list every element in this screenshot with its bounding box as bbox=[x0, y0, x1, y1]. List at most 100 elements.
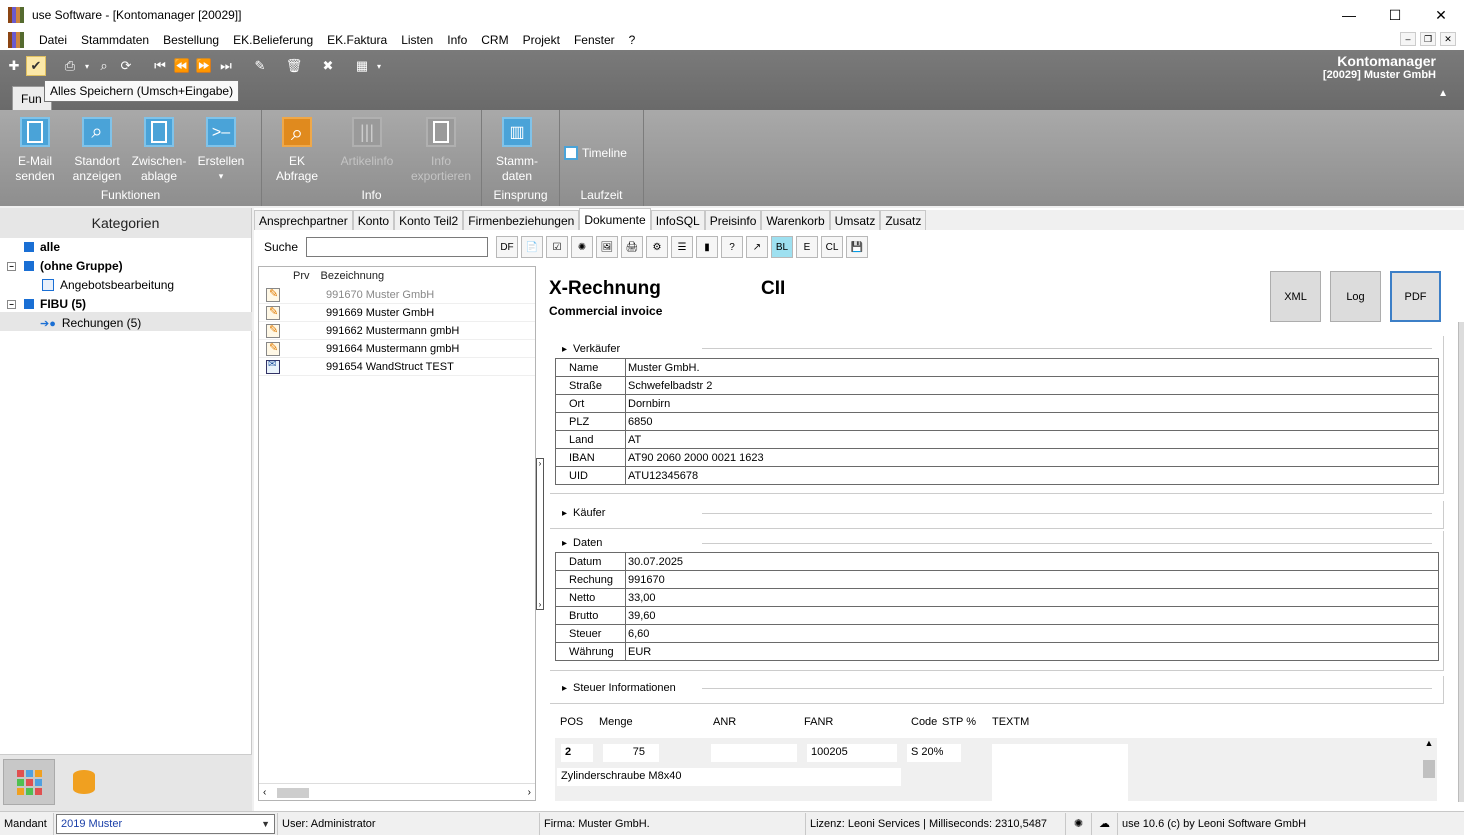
tab-zusatz[interactable]: Zusatz bbox=[880, 210, 927, 230]
grid-view-icon[interactable]: ▦ bbox=[352, 56, 372, 76]
tree-item-fibu[interactable]: − FIBU (5) bbox=[7, 295, 86, 313]
last-record-icon[interactable]: ⏭ bbox=[216, 56, 236, 76]
settings-icon[interactable]: ⚙ bbox=[646, 236, 668, 258]
tab-preisinfo[interactable]: Preisinfo bbox=[704, 210, 762, 230]
textm-field[interactable] bbox=[992, 744, 1128, 801]
modules-button[interactable] bbox=[3, 759, 55, 805]
checklist-icon[interactable]: ☑ bbox=[546, 236, 568, 258]
search-input[interactable] bbox=[306, 237, 488, 257]
text-document-icon[interactable]: ☰ bbox=[671, 236, 693, 258]
menu-bestellung[interactable]: Bestellung bbox=[156, 33, 226, 47]
position-text-field[interactable]: Zylinderschraube M8x40 bbox=[557, 768, 901, 786]
new-document-icon[interactable]: ✺ bbox=[571, 236, 593, 258]
scroll-thumb[interactable] bbox=[277, 788, 309, 798]
pdf-button[interactable]: PDF bbox=[1390, 271, 1441, 322]
scroll-left-icon[interactable]: ‹ bbox=[263, 787, 266, 798]
tree-item-alle[interactable]: alle bbox=[24, 238, 60, 256]
list-item[interactable]: 991664 Mustermann gmbH bbox=[259, 340, 535, 358]
collapse-icon[interactable]: − bbox=[7, 261, 16, 271]
open-external-icon[interactable]: ↗ bbox=[746, 236, 768, 258]
notification-icon[interactable]: ✺ bbox=[1066, 812, 1092, 835]
log-button[interactable]: Log bbox=[1330, 271, 1381, 322]
image-icon[interactable]: 🖼 bbox=[596, 236, 618, 258]
help-icon[interactable]: ? bbox=[721, 236, 743, 258]
edit-icon[interactable]: ✎ bbox=[250, 56, 270, 76]
next-record-icon[interactable]: ⏩ bbox=[194, 56, 214, 76]
column-prv[interactable]: Prv bbox=[293, 270, 310, 285]
grid-dropdown-icon[interactable]: ▾ bbox=[374, 56, 384, 76]
first-record-icon[interactable]: ⏮ bbox=[150, 56, 170, 76]
e-button[interactable]: E bbox=[796, 236, 818, 258]
mdi-restore-button[interactable]: ❐ bbox=[1420, 32, 1436, 46]
print-dropdown-icon[interactable]: ▾ bbox=[82, 56, 92, 76]
pos-field[interactable]: 2 bbox=[561, 744, 593, 762]
scroll-up-icon[interactable]: ▲ bbox=[1425, 738, 1434, 748]
tab-umsatz[interactable]: Umsatz bbox=[829, 210, 881, 230]
menu-info[interactable]: Info bbox=[440, 33, 474, 47]
xml-button[interactable]: XML bbox=[1270, 271, 1321, 322]
minimize-button[interactable]: — bbox=[1326, 0, 1372, 30]
refresh-icon[interactable]: ⟳ bbox=[116, 56, 136, 76]
menu-fenster[interactable]: Fenster bbox=[567, 33, 622, 47]
scroll-thumb[interactable] bbox=[1423, 760, 1435, 778]
document-properties-icon[interactable]: 📄 bbox=[521, 236, 543, 258]
position-scrollbar[interactable]: ▲ bbox=[1421, 738, 1437, 801]
tab-dokumente[interactable]: Dokumente bbox=[579, 208, 651, 230]
database-button[interactable] bbox=[58, 759, 110, 805]
delete-icon[interactable]: 🗑 bbox=[284, 56, 304, 76]
column-bezeichnung[interactable]: Bezeichnung bbox=[321, 270, 385, 285]
menu-ek-belieferung[interactable]: EK.Belieferung bbox=[226, 33, 320, 47]
df-button[interactable]: DF bbox=[496, 236, 518, 258]
timeline-checkbox[interactable] bbox=[564, 146, 578, 160]
print-icon[interactable]: ⎙ bbox=[60, 56, 80, 76]
horizontal-scrollbar[interactable]: ‹ › bbox=[259, 783, 535, 800]
maximize-button[interactable]: ☐ bbox=[1372, 0, 1418, 30]
tree-item-ohne-gruppe[interactable]: − (ohne Gruppe) bbox=[7, 257, 123, 275]
data-header[interactable]: Daten bbox=[562, 537, 602, 549]
list-item[interactable]: 991670 Muster GmbH bbox=[259, 286, 535, 304]
save-icon[interactable]: 💾 bbox=[846, 236, 868, 258]
mdi-close-button[interactable]: ✕ bbox=[1440, 32, 1456, 46]
list-item[interactable]: 991662 Mustermann gmbH bbox=[259, 322, 535, 340]
cl-button[interactable]: CL bbox=[821, 236, 843, 258]
save-all-icon[interactable]: ✔ bbox=[26, 56, 46, 76]
tree-item-rechungen[interactable]: ➔● Rechungen (5) bbox=[40, 314, 141, 332]
tax-header[interactable]: Steuer Informationen bbox=[562, 682, 676, 694]
menu-help[interactable]: ? bbox=[622, 33, 643, 47]
menu-stammdaten[interactable]: Stammdaten bbox=[74, 33, 156, 47]
outer-scrollbar[interactable] bbox=[1458, 322, 1464, 802]
list-item[interactable]: 991654 WandStruct TEST bbox=[259, 358, 535, 376]
tab-konto[interactable]: Konto bbox=[352, 210, 395, 230]
cancel-icon[interactable]: ✖ bbox=[318, 56, 338, 76]
bl-button[interactable]: BL bbox=[771, 236, 793, 258]
tree-item-angebotsbearbeitung[interactable]: Angebotsbearbeitung bbox=[42, 276, 174, 294]
panel-splitter[interactable]: › › bbox=[536, 458, 544, 610]
fanr-field[interactable]: 100205 bbox=[807, 744, 897, 762]
seller-header[interactable]: Verkäufer bbox=[562, 343, 620, 355]
list-item[interactable]: 991669 Muster GmbH bbox=[259, 304, 535, 322]
connection-icon[interactable]: ☁ bbox=[1092, 812, 1118, 835]
tab-warenkorb[interactable]: Warenkorb bbox=[761, 210, 830, 230]
ribbon-collapse-icon[interactable]: ▲ bbox=[1438, 88, 1448, 99]
mdi-minimize-button[interactable]: – bbox=[1400, 32, 1416, 46]
previous-record-icon[interactable]: ⏪ bbox=[172, 56, 192, 76]
new-icon[interactable]: ✚ bbox=[4, 56, 24, 76]
code-field[interactable]: S 20% bbox=[907, 744, 961, 762]
menu-listen[interactable]: Listen bbox=[394, 33, 440, 47]
tab-konto-teil2[interactable]: Konto Teil2 bbox=[394, 210, 464, 230]
search-icon[interactable]: ⌕ bbox=[94, 56, 114, 76]
chart-icon[interactable]: ▮ bbox=[696, 236, 718, 258]
close-button[interactable]: ✕ bbox=[1418, 0, 1464, 30]
tab-firmenbeziehungen[interactable]: Firmenbeziehungen bbox=[463, 210, 580, 230]
buyer-header[interactable]: Käufer bbox=[562, 507, 605, 519]
menu-crm[interactable]: CRM bbox=[474, 33, 515, 47]
menu-projekt[interactable]: Projekt bbox=[516, 33, 567, 47]
scroll-right-icon[interactable]: › bbox=[528, 787, 531, 798]
scan-icon[interactable]: 🖨 bbox=[621, 236, 643, 258]
tab-ansprechpartner[interactable]: Ansprechpartner bbox=[254, 210, 353, 230]
mandant-select[interactable]: 2019 Muster ▼ bbox=[56, 813, 275, 834]
menu-datei[interactable]: Datei bbox=[32, 33, 74, 47]
menge-field[interactable]: 75 bbox=[603, 744, 659, 762]
tab-infosql[interactable]: InfoSQL bbox=[650, 210, 705, 230]
menu-ek-faktura[interactable]: EK.Faktura bbox=[320, 33, 394, 47]
